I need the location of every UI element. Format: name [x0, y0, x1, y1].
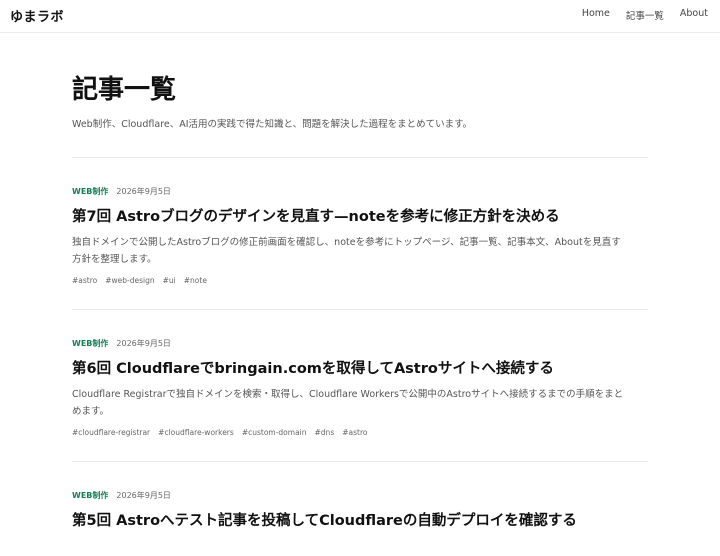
post-meta: WEB制作 2026年9月5日	[72, 185, 648, 197]
post-category[interactable]: WEB制作	[72, 338, 108, 349]
tag-link[interactable]: #web-design	[105, 276, 154, 285]
post-item: WEB制作 2026年9月5日 第6回 Cloudflareでbringain.…	[72, 310, 648, 462]
site-header: ゆまラボ Home 記事一覧 About	[0, 0, 720, 33]
nav-home[interactable]: Home	[582, 8, 610, 22]
nav-about[interactable]: About	[680, 8, 708, 22]
site-logo[interactable]: ゆまラボ	[10, 6, 64, 25]
post-item: WEB制作 2026年9月5日 第7回 Astroブログのデザインを見直す—no…	[72, 158, 648, 310]
post-date: 2026年9月5日	[116, 338, 171, 348]
post-meta: WEB制作 2026年9月5日	[72, 489, 648, 501]
post-excerpt: 独自ドメインで公開したAstroブログの修正前画面を確認し、noteを参考にトッ…	[72, 237, 621, 265]
tag-link[interactable]: #cloudflare-registrar	[72, 428, 150, 437]
post-title-link[interactable]: 第5回 Astroへテスト記事を投稿してCloudflareの自動デプロイを確認…	[72, 510, 648, 532]
nav-articles[interactable]: 記事一覧	[626, 8, 664, 22]
tag-link[interactable]: #dns	[315, 428, 335, 437]
post-title-link[interactable]: 第6回 Cloudflareでbringain.comを取得してAstroサイト…	[72, 358, 648, 380]
tag-link[interactable]: #custom-domain	[242, 428, 307, 437]
page-title: 記事一覧	[72, 75, 177, 105]
post-meta: WEB制作 2026年9月5日	[72, 337, 648, 349]
post-date: 2026年9月5日	[116, 186, 171, 196]
tag-link[interactable]: #note	[184, 276, 207, 285]
main-nav: Home 記事一覧 About	[582, 8, 708, 22]
tag-link[interactable]: #cloudflare-workers	[158, 428, 234, 437]
post-tags: #cloudflare-registrar #cloudflare-worker…	[72, 428, 648, 437]
post-category[interactable]: WEB制作	[72, 490, 108, 501]
tag-link[interactable]: #astro	[342, 428, 367, 437]
post-title-link[interactable]: 第7回 Astroブログのデザインを見直す—noteを参考に修正方針を決める	[72, 206, 648, 228]
tag-link[interactable]: #ui	[163, 276, 176, 285]
tag-link[interactable]: #astro	[72, 276, 97, 285]
post-item: WEB制作 2026年9月5日 第5回 Astroへテスト記事を投稿してClou…	[72, 462, 648, 556]
post-tags: #astro #web-design #ui #note	[72, 276, 648, 285]
post-excerpt: Cloudflare Registrarで独自ドメインを検索・取得し、Cloud…	[72, 389, 624, 417]
post-category[interactable]: WEB制作	[72, 186, 108, 197]
page-description: Web制作、Cloudflare、AI活用の実践で得た知識と、問題を解決した過程…	[72, 119, 473, 130]
main-content: 記事一覧 Web制作、Cloudflare、AI活用の実践で得た知識と、問題を解…	[72, 72, 648, 556]
post-date: 2026年9月5日	[116, 490, 171, 500]
